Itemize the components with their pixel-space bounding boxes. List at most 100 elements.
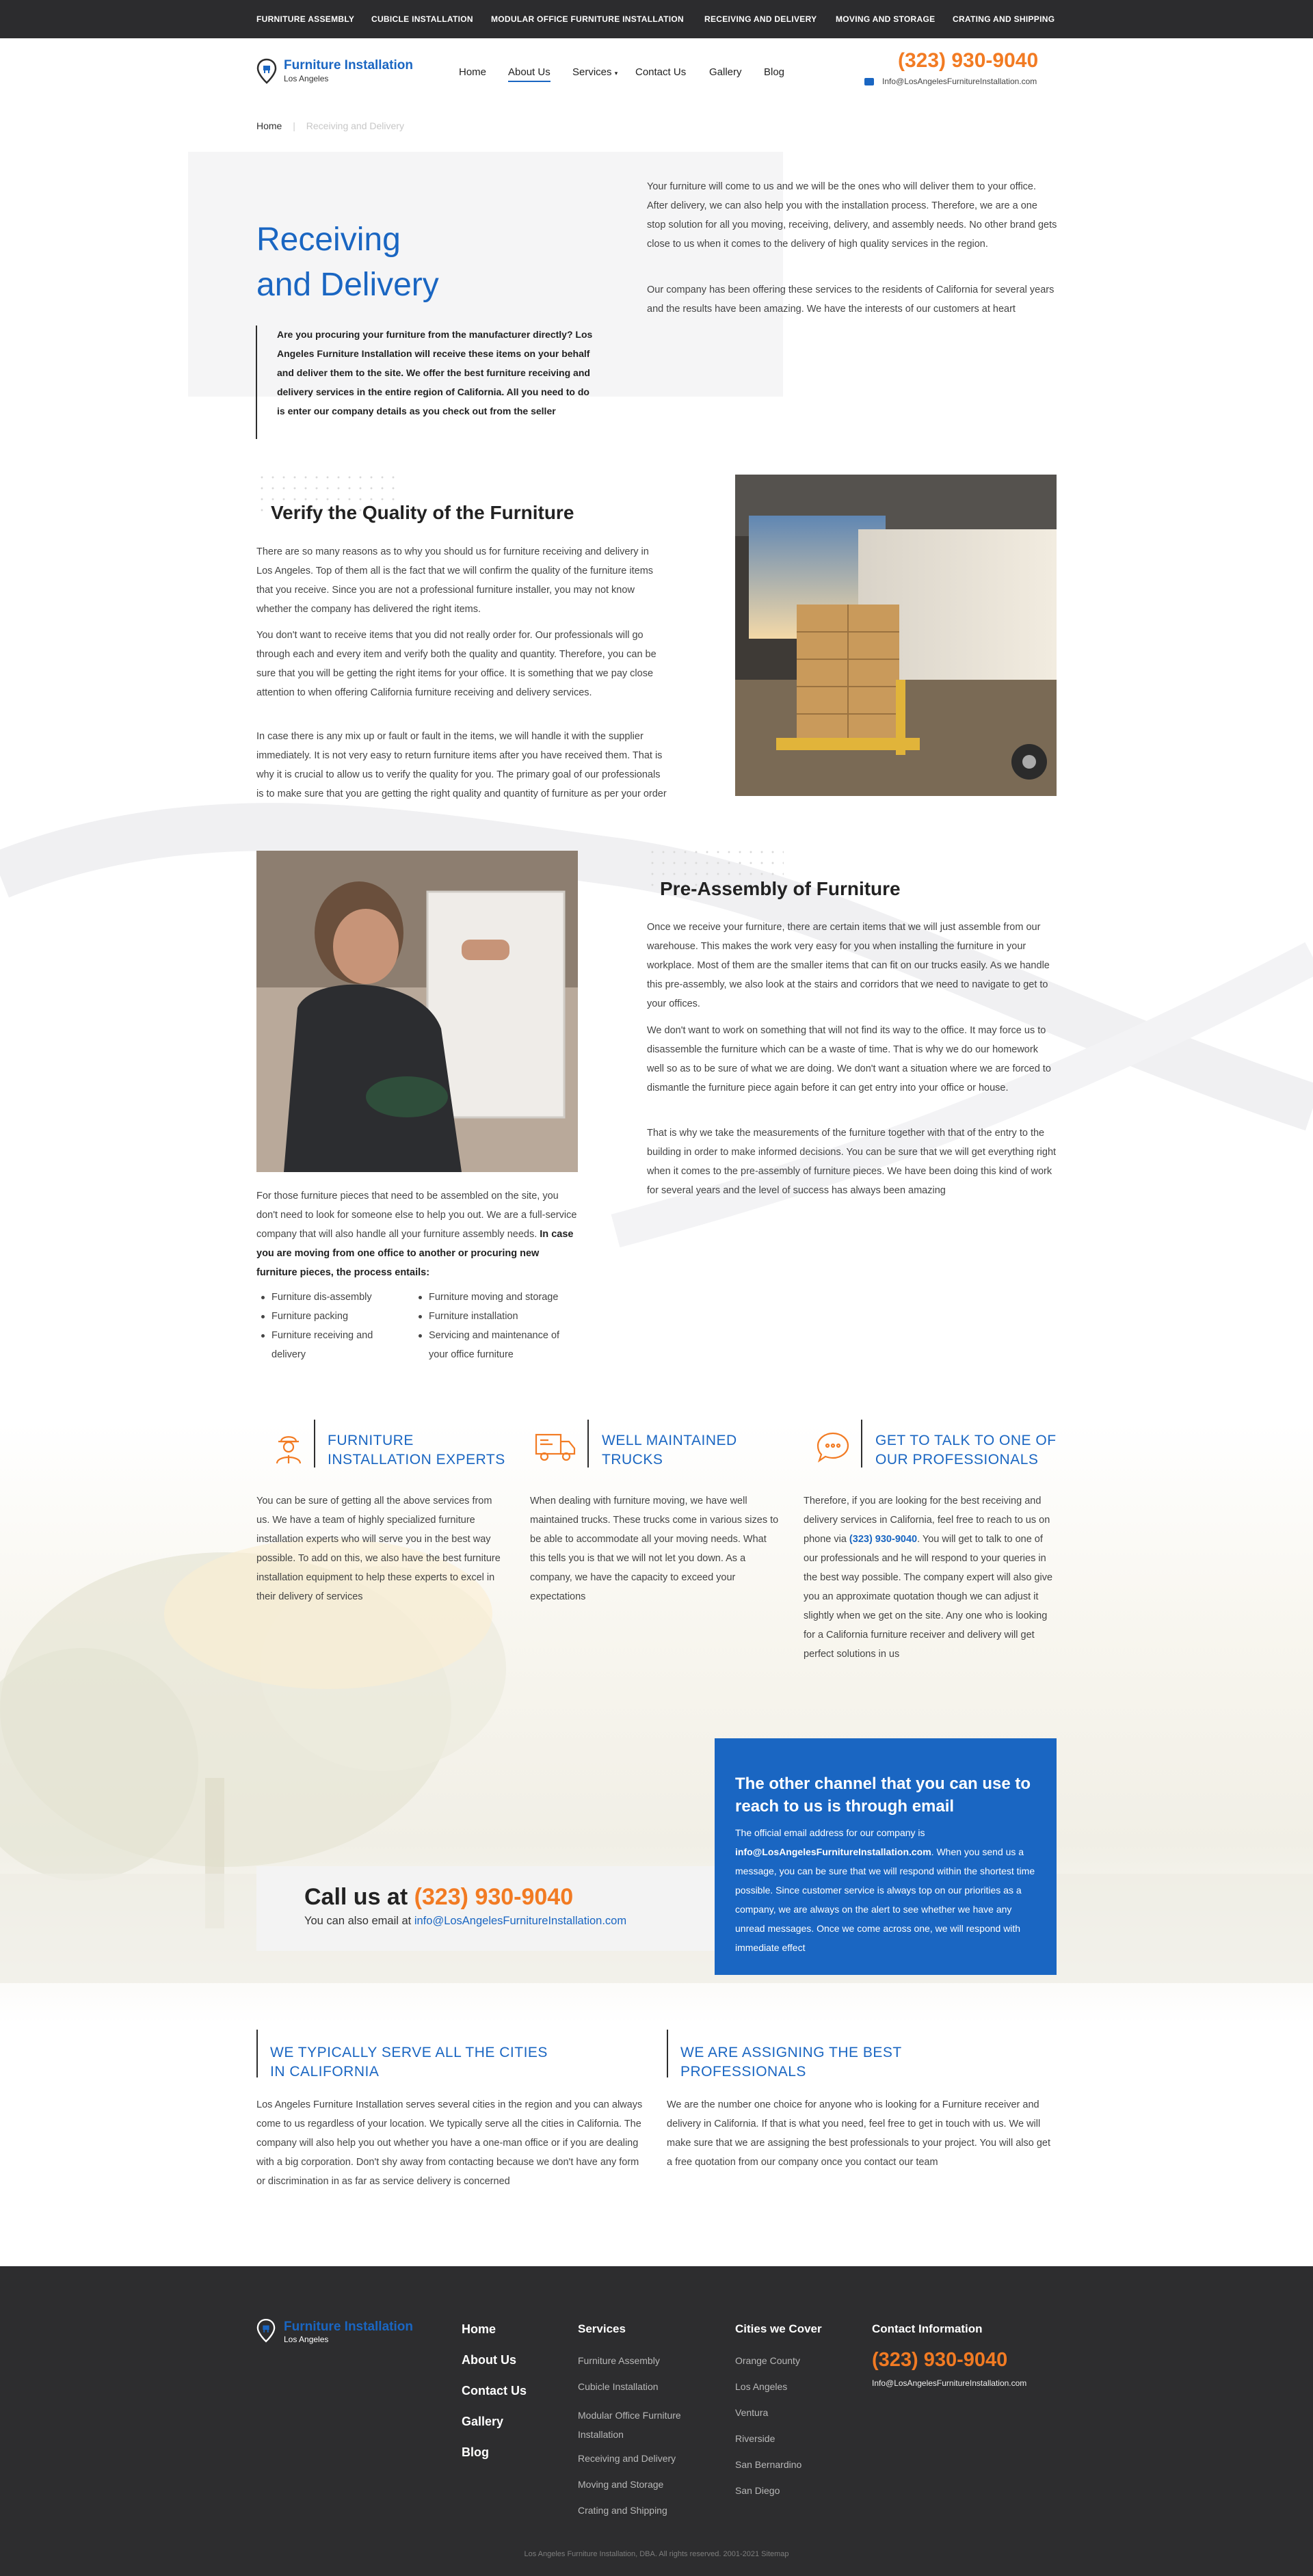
footer-logo-city: Los Angeles — [284, 2335, 329, 2344]
topnav-furniture-assembly[interactable]: FURNITURE ASSEMBLY — [256, 14, 354, 24]
nav-blog[interactable]: Blog — [764, 66, 784, 78]
verify-paragraph-3: In case there is any mix up or fault or … — [256, 731, 667, 799]
worker-assembly-image — [256, 851, 578, 1172]
list-item: Servicing and maintenance of your office… — [414, 1326, 568, 1364]
verify-paragraph-2: You don't want to receive items that you… — [256, 630, 656, 698]
footer-city-link[interactable]: San Diego — [735, 2484, 780, 2497]
section-divider — [256, 2030, 258, 2077]
channel-text-a: The official email address for our compa… — [735, 1827, 925, 1838]
feature-title-experts: FURNITURE INSTALLATION EXPERTS — [328, 1433, 505, 1468]
footer-nav-about[interactable]: About Us — [462, 2353, 516, 2367]
channel-text-b: . When you send us a message, you can be… — [735, 1846, 1035, 1953]
services-list-col1: Furniture dis-assembly Furniture packing… — [256, 1288, 410, 1364]
footer-email[interactable]: Info@LosAngelesFurnitureInstallation.com — [872, 2378, 1026, 2388]
nav-services[interactable]: Services ▾ — [572, 66, 618, 78]
preassembly-paragraph-2: We don't want to work on something that … — [647, 1025, 1051, 1093]
footer-city-link[interactable]: San Bernardino — [735, 2458, 801, 2471]
professionals-text: We are the number one choice for anyone … — [667, 2099, 1050, 2168]
topnav-modular-office[interactable]: MODULAR OFFICE FURNITURE INSTALLATION — [491, 14, 684, 24]
preassembly-left-normal: For those furniture pieces that need to … — [256, 1191, 577, 1240]
feature-divider — [587, 1420, 589, 1468]
preassembly-left-text: For those furniture pieces that need to … — [256, 1186, 578, 1282]
chat-icon — [817, 1432, 849, 1463]
footer-services-heading: Services — [578, 2322, 626, 2335]
footer-city-link[interactable]: Riverside — [735, 2432, 775, 2445]
footer-service-link[interactable]: Receiving and Delivery — [578, 2452, 676, 2465]
nav-gallery[interactable]: Gallery — [709, 66, 742, 78]
header-phone[interactable]: (323) 930-9040 — [898, 49, 1038, 72]
hero-paragraph-1: Your furniture will come to us and we wi… — [647, 181, 1057, 250]
footer-nav-gallery[interactable]: Gallery — [462, 2415, 503, 2429]
footer-copyright: Los Angeles Furniture Installation, DBA.… — [524, 2550, 789, 2558]
preassembly-title: Pre-Assembly of Furniture — [660, 878, 901, 899]
footer-nav-contact[interactable]: Contact Us — [462, 2384, 527, 2398]
header-email[interactable]: Info@LosAngelesFurnitureInstallation.com — [882, 77, 1037, 86]
footer-nav-blog[interactable]: Blog — [462, 2445, 489, 2460]
nav-about-us[interactable]: About Us — [508, 66, 551, 82]
feature-text-experts: You can be sure of getting all the above… — [256, 1496, 501, 1602]
list-item: Furniture receiving and delivery — [256, 1326, 393, 1364]
logo-city: Los Angeles — [284, 74, 329, 83]
warehouse-delivery-image — [735, 475, 1057, 796]
topnav-receiving-delivery[interactable]: RECEIVING AND DELIVERY — [704, 14, 817, 24]
page-title-line1: Receiving — [256, 222, 401, 258]
topnav-moving-storage[interactable]: MOVING AND STORAGE — [836, 14, 935, 24]
footer-city-link[interactable]: Ventura — [735, 2406, 768, 2419]
footer-service-link[interactable]: Furniture Assembly — [578, 2354, 660, 2367]
footer-contact-heading: Contact Information — [872, 2322, 983, 2335]
footer-service-link[interactable]: Cubicle Installation — [578, 2380, 659, 2393]
worker-icon — [276, 1436, 302, 1464]
map-pin-logo-icon — [256, 2318, 276, 2343]
list-item: Furniture installation — [414, 1307, 578, 1326]
cities-text: Los Angeles Furniture Installation serve… — [256, 2099, 643, 2187]
feature3-text-b: . You will get to talk to one of our pro… — [804, 1534, 1053, 1660]
logo[interactable]: Furniture Installation Los Angeles — [256, 57, 421, 87]
services-list-col2: Furniture moving and storage Furniture i… — [414, 1288, 578, 1364]
cities-title-line2: IN CALIFORNIA — [270, 2064, 380, 2080]
truck-icon — [535, 1433, 576, 1461]
footer-service-link[interactable]: Crating and Shipping — [578, 2504, 667, 2517]
topnav-cubicle-installation[interactable]: CUBICLE INSTALLATION — [371, 14, 473, 24]
logo-name: Furniture Installation — [284, 58, 413, 72]
map-pin-logo-icon — [256, 58, 277, 84]
envelope-icon — [864, 78, 874, 85]
call-phone[interactable]: (323) 930-9040 — [414, 1884, 574, 1910]
footer-service-link[interactable]: Modular Office Furniture Installation — [578, 2406, 694, 2444]
footer-logo[interactable]: Furniture Installation Los Angeles — [256, 2318, 421, 2346]
breadcrumb: Home | Receiving and Delivery — [256, 120, 404, 131]
hero-quote: Are you procuring your furniture from th… — [277, 329, 593, 416]
breadcrumb-separator: | — [293, 120, 295, 131]
channel-email-link[interactable]: info@LosAngelesFurnitureInstallation.com — [735, 1846, 931, 1857]
preassembly-paragraph-1: Once we receive your furniture, there ar… — [647, 922, 1050, 1009]
feature-divider — [861, 1420, 862, 1468]
footer-service-link[interactable]: Moving and Storage — [578, 2478, 663, 2491]
page-title: Receiving and Delivery — [256, 217, 544, 308]
feature-title-professionals: GET TO TALK TO ONE OF OUR PROFESSIONALS — [875, 1433, 1057, 1468]
preassembly-paragraph-3: That is why we take the measurements of … — [647, 1128, 1057, 1196]
footer-logo-name: Furniture Installation — [284, 2320, 413, 2334]
professionals-title-line2: PROFESSIONALS — [680, 2064, 806, 2080]
list-item: Furniture moving and storage — [414, 1288, 578, 1307]
channel-title: The other channel that you can use to re… — [735, 1775, 1031, 1816]
professionals-title: WE ARE ASSIGNING THE BEST PROFESSIONALS — [680, 2043, 1009, 2082]
page-title-line2: and Delivery — [256, 267, 439, 303]
topnav-crating-shipping[interactable]: CRATING AND SHIPPING — [953, 14, 1055, 24]
feature-text-professionals: Therefore, if you are looking for the be… — [804, 1491, 1057, 1664]
feature-divider — [314, 1420, 315, 1468]
feature-text-trucks: When dealing with furniture moving, we h… — [530, 1496, 779, 1602]
footer-city-link[interactable]: Los Angeles — [735, 2380, 787, 2393]
nav-contact-us[interactable]: Contact Us — [635, 66, 686, 78]
hero-paragraph-2: Our company has been offering these serv… — [647, 284, 1055, 315]
verify-title: Verify the Quality of the Furniture — [271, 502, 574, 523]
channel-text: The official email address for our compa… — [735, 1823, 1036, 1957]
footer-phone[interactable]: (323) 930-9040 — [872, 2349, 1007, 2372]
call-email-link[interactable]: info@LosAngelesFurnitureInstallation.com — [414, 1915, 626, 1927]
quote-rule — [256, 326, 257, 439]
feature3-phone-link[interactable]: (323) 930-9040 — [849, 1534, 917, 1545]
footer-city-link[interactable]: Orange County — [735, 2354, 800, 2367]
nav-home[interactable]: Home — [459, 66, 486, 78]
list-item: Furniture packing — [256, 1307, 410, 1326]
footer-nav-home[interactable]: Home — [462, 2322, 496, 2337]
call-email-prefix: You can also email at — [304, 1915, 412, 1927]
breadcrumb-home[interactable]: Home — [256, 120, 282, 131]
